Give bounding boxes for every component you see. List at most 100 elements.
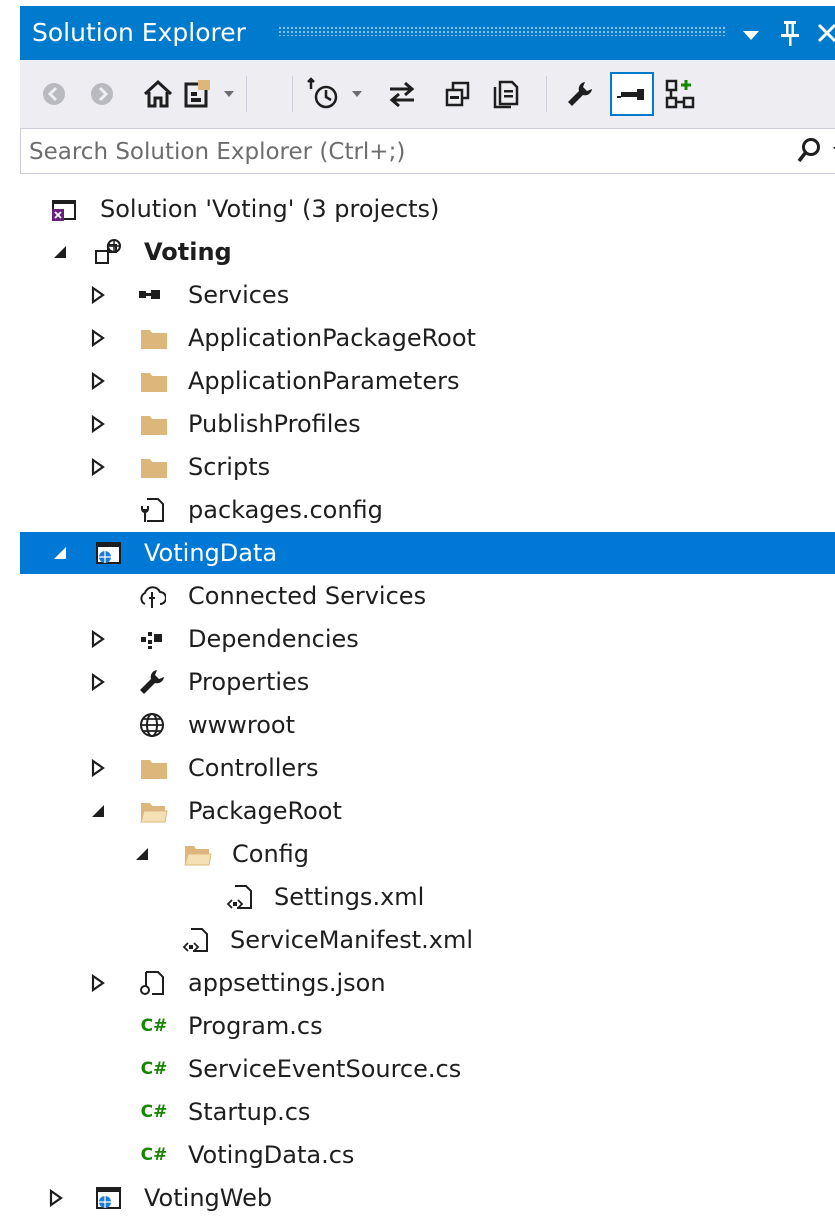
services-icon [139, 290, 160, 299]
tree-item-label: VotingData.cs [188, 1141, 355, 1169]
solution-icon [52, 200, 76, 221]
tree-item-label: Properties [188, 668, 310, 696]
tree-item-csharp-file[interactable]: C# Startup.cs [20, 1091, 835, 1133]
collapsed-arrow-icon[interactable] [88, 629, 108, 649]
sync-with-active-document-button[interactable] [382, 74, 422, 114]
collapse-all-button[interactable] [438, 74, 478, 114]
pin-icon [781, 21, 799, 46]
toolbar-separator [546, 76, 547, 112]
switch-views-dropdown[interactable] [222, 74, 236, 114]
application-project-icon [95, 239, 121, 264]
open-folder-icon [140, 803, 168, 823]
tree-item-label: Voting [144, 238, 232, 266]
search-input[interactable] [27, 129, 771, 175]
expanded-arrow-icon[interactable] [132, 844, 152, 864]
folder-icon [141, 760, 167, 779]
collapsed-arrow-icon[interactable] [88, 328, 108, 348]
tree-item-wwwroot[interactable]: wwwroot [20, 704, 835, 746]
chevron-down-icon [743, 31, 759, 40]
window-position-button[interactable] [734, 6, 768, 60]
tree-item-csharp-file[interactable]: C# VotingData.cs [20, 1134, 835, 1176]
close-button[interactable] [810, 6, 835, 60]
class-diagram-button[interactable] [660, 74, 700, 114]
collapsed-arrow-icon[interactable] [88, 758, 108, 778]
collapsed-arrow-icon[interactable] [88, 414, 108, 434]
tree-item-voting-project[interactable]: Voting [20, 231, 835, 273]
collapsed-arrow-icon[interactable] [46, 1188, 66, 1208]
tree-item-votingweb-project[interactable]: VotingWeb [20, 1177, 835, 1219]
switch-views-button[interactable] [180, 74, 220, 114]
tree-item-folder-open[interactable]: PackageRoot [20, 790, 835, 832]
chevron-down-icon [352, 91, 362, 97]
tree-item-folder[interactable]: Controllers [20, 747, 835, 789]
title-grip[interactable] [278, 26, 726, 36]
tree-item-connected-services[interactable]: Connected Services [20, 575, 835, 617]
collapsed-arrow-icon[interactable] [88, 371, 108, 391]
tree-item-folder[interactable]: Scripts [20, 446, 835, 488]
tree-item-label: ServiceManifest.xml [230, 926, 473, 954]
folder-icon [141, 416, 167, 435]
forward-icon [91, 83, 113, 105]
open-folder-icon [184, 846, 212, 866]
csharp-file-icon: C# [140, 1016, 168, 1036]
pending-changes-dropdown[interactable] [350, 74, 364, 114]
tree-item-file[interactable]: packages.config [20, 489, 835, 531]
tree-item-csharp-file[interactable]: C# ServiceEventSource.cs [20, 1048, 835, 1090]
collapsed-arrow-icon[interactable] [88, 285, 108, 305]
sync-with-active-document-icon [389, 81, 415, 108]
properties-button[interactable] [560, 74, 600, 114]
json-file-icon [140, 971, 164, 995]
tree-item-folder-open[interactable]: Config [20, 833, 835, 875]
tree-item-label: PackageRoot [188, 797, 342, 825]
forward-button[interactable] [82, 74, 122, 114]
preview-selected-items-button[interactable] [610, 72, 654, 116]
csharp-file-icon: C# [140, 1145, 168, 1165]
tree-item-label: appsettings.json [188, 969, 386, 997]
tree-item-votingdata-project[interactable]: VotingData [20, 532, 835, 574]
wrench-icon [140, 670, 164, 694]
tree-item-folder[interactable]: ApplicationParameters [20, 360, 835, 402]
collapsed-arrow-icon[interactable] [88, 973, 108, 993]
toolbar-separator [246, 76, 247, 112]
tree-item-label: Controllers [188, 754, 319, 782]
tree-item-label: ApplicationParameters [188, 367, 460, 395]
switch-views-icon [184, 80, 210, 108]
search-box [20, 128, 835, 175]
search-icon[interactable] [796, 137, 822, 165]
pending-changes-filter-button[interactable] [304, 74, 344, 114]
tree-item-label: Program.cs [188, 1012, 323, 1040]
globe-icon [140, 713, 164, 737]
home-button[interactable] [138, 74, 178, 114]
tree-item-label: Services [188, 281, 290, 309]
tree-item-folder[interactable]: PublishProfiles [20, 403, 835, 445]
tree-item-dependencies[interactable]: Dependencies [20, 618, 835, 660]
tree-item-services[interactable]: Services [20, 274, 835, 316]
tree-item-label: Scripts [188, 453, 271, 481]
tree-item-folder[interactable]: ApplicationPackageRoot [20, 317, 835, 359]
tree-item-label: Dependencies [188, 625, 359, 653]
tree-item-file[interactable]: ServiceManifest.xml [20, 919, 835, 961]
expanded-arrow-icon[interactable] [88, 801, 108, 821]
tree-item-label: wwwroot [188, 711, 296, 739]
show-all-files-button[interactable] [486, 74, 526, 114]
tree-item-properties[interactable]: Properties [20, 661, 835, 703]
collapsed-arrow-icon[interactable] [88, 672, 108, 692]
tree-item-file[interactable]: appsettings.json [20, 962, 835, 1004]
tree-item-label: Solution 'Voting' (3 projects) [100, 195, 440, 223]
tree-item-label: VotingData [144, 539, 278, 567]
collapsed-arrow-icon[interactable] [88, 457, 108, 477]
tree-item-solution[interactable]: Solution 'Voting' (3 projects) [20, 188, 835, 230]
tree-item-csharp-file[interactable]: C# Program.cs [20, 1005, 835, 1047]
folder-icon [141, 330, 167, 349]
dependencies-icon [141, 632, 162, 649]
expanded-arrow-icon[interactable] [50, 242, 70, 262]
tree-item-file[interactable]: Settings.xml [20, 876, 835, 918]
close-icon [817, 23, 835, 43]
tree-item-label: Settings.xml [274, 883, 425, 911]
web-project-icon [96, 542, 121, 564]
auto-hide-button[interactable] [772, 6, 808, 60]
title-bar: Solution Explorer [20, 6, 835, 60]
tree-item-label: Startup.cs [188, 1098, 311, 1126]
back-button[interactable] [34, 74, 74, 114]
expanded-arrow-icon[interactable] [50, 543, 70, 563]
